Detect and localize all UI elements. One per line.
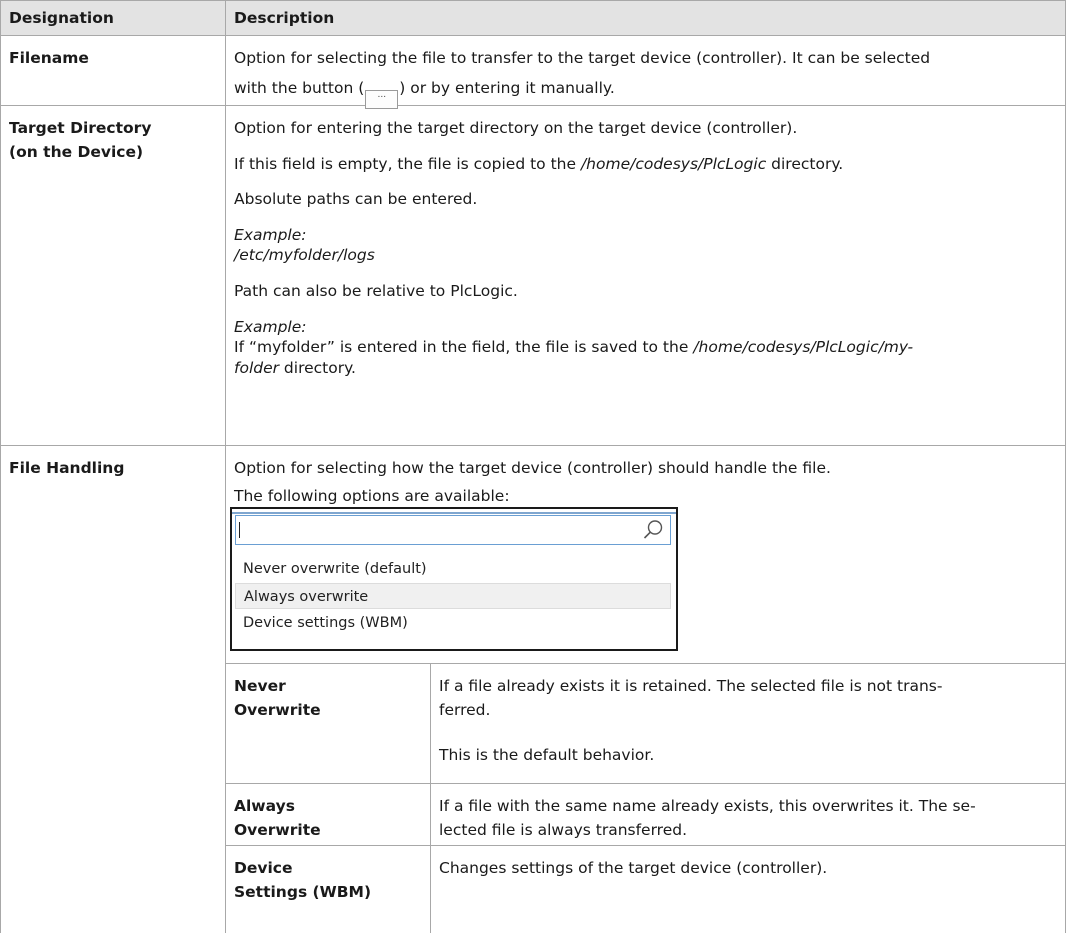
filename-description-line2: with the button (...) or by entering it … xyxy=(234,78,615,109)
divider xyxy=(0,0,1066,1)
text-caret xyxy=(239,522,240,538)
option-always-name: Always xyxy=(234,797,295,815)
option-always-name-2: Overwrite xyxy=(234,821,321,839)
target-dir-p4: Path can also be relative to PlcLogic. xyxy=(234,282,518,300)
option-never-name: Never xyxy=(234,677,286,695)
divider xyxy=(0,445,1066,446)
designation-file-handling: File Handling xyxy=(9,459,125,477)
option-never-line3: This is the default behavior. xyxy=(439,746,655,764)
file-handling-dropdown[interactable]: Never overwrite (default) Always overwri… xyxy=(230,507,678,651)
option-always-line2: lected file is always transferred. xyxy=(439,821,688,839)
designation-filename: Filename xyxy=(9,49,89,67)
search-icon[interactable] xyxy=(642,519,664,541)
dropdown-option-device-settings[interactable]: Device settings (WBM) xyxy=(235,610,671,636)
target-dir-p3: Absolute paths can be entered. xyxy=(234,190,478,208)
example-label-1: Example: xyxy=(234,226,307,244)
dropdown-option-never-overwrite[interactable]: Never overwrite (default) xyxy=(235,556,671,582)
divider xyxy=(225,0,226,933)
example-path-1: /etc/myfolder/logs xyxy=(234,246,375,264)
header-designation: Designation xyxy=(9,9,114,27)
filename-description-line1: Option for selecting the file to transfe… xyxy=(234,49,931,67)
option-device-line1: Changes settings of the target device (c… xyxy=(439,859,828,877)
divider xyxy=(225,783,1066,784)
target-dir-p2: If this field is empty, the file is copi… xyxy=(234,155,844,173)
option-never-line1: If a file already exists it is retained.… xyxy=(439,677,943,695)
file-handling-p2: The following options are available: xyxy=(234,487,510,505)
option-never-line2: ferred. xyxy=(439,701,491,719)
example-label-2: Example: xyxy=(234,318,307,336)
designation-target-directory-sub: (on the Device) xyxy=(9,143,144,161)
file-handling-p1: Option for selecting how the target devi… xyxy=(234,459,831,477)
divider xyxy=(225,663,1066,664)
example-2-line2: folder directory. xyxy=(234,359,356,377)
header-description: Description xyxy=(234,9,335,27)
dropdown-top-accent xyxy=(232,512,676,514)
divider xyxy=(0,35,1066,36)
option-device-name: Device xyxy=(234,859,293,877)
divider xyxy=(225,845,1066,846)
option-device-name-2: Settings (WBM) xyxy=(234,883,372,901)
target-dir-p1: Option for entering the target directory… xyxy=(234,119,798,137)
divider xyxy=(430,663,431,933)
table-header xyxy=(0,1,1066,35)
parameter-table: Designation Description Filename Option … xyxy=(0,0,1066,933)
option-never-name-2: Overwrite xyxy=(234,701,321,719)
dropdown-option-always-overwrite[interactable]: Always overwrite xyxy=(235,583,671,609)
dropdown-search-input[interactable] xyxy=(235,515,671,545)
divider xyxy=(0,0,1,933)
example-2-line1: If “myfolder” is entered in the field, t… xyxy=(234,338,914,356)
designation-target-directory: Target Directory xyxy=(9,119,152,137)
option-always-line1: If a file with the same name already exi… xyxy=(439,797,976,815)
browse-button-icon: ... xyxy=(365,90,399,109)
